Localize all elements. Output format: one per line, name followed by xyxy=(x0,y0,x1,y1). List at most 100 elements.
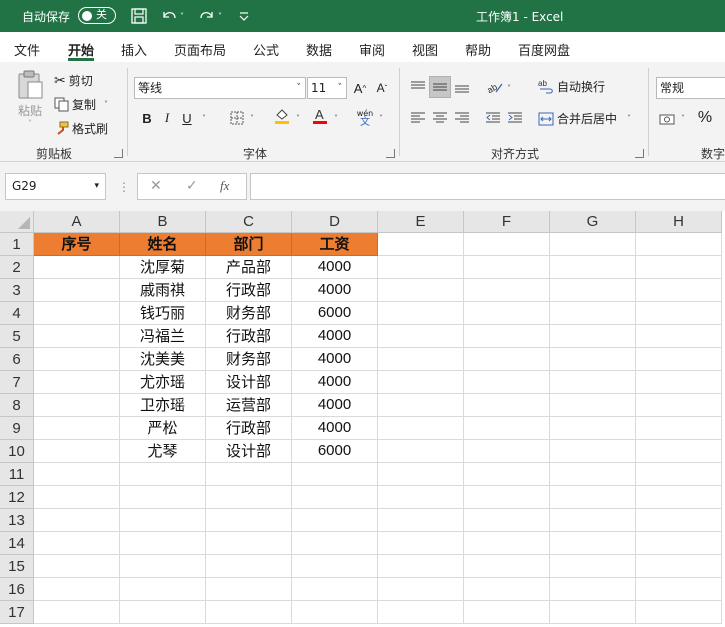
font-name-select[interactable]: 等线 ˅ xyxy=(134,77,306,99)
cell-a8[interactable] xyxy=(34,394,120,417)
cell-g17[interactable] xyxy=(550,601,636,624)
formula-input[interactable] xyxy=(250,173,725,200)
cell-e4[interactable] xyxy=(378,302,464,325)
cell-c16[interactable] xyxy=(206,578,292,601)
cell-c2[interactable]: 产品部 xyxy=(206,256,292,279)
cell-f6[interactable] xyxy=(464,348,550,371)
align-left-icon[interactable] xyxy=(407,107,429,129)
accounting-dropdown-icon[interactable]: ˅ xyxy=(681,114,685,123)
cell-f4[interactable] xyxy=(464,302,550,325)
cell-a3[interactable] xyxy=(34,279,120,302)
tab-file[interactable]: 文件 xyxy=(14,40,40,59)
column-header-c[interactable]: C xyxy=(206,211,292,233)
cell-c6[interactable]: 财务部 xyxy=(206,348,292,371)
cell-h8[interactable] xyxy=(636,394,722,417)
decrease-font-size-icon[interactable]: Aˇ xyxy=(371,77,393,99)
cell-c1[interactable]: 部门 xyxy=(206,233,292,256)
cell-f13[interactable] xyxy=(464,509,550,532)
column-header-b[interactable]: B xyxy=(120,211,206,233)
tab-view[interactable]: 视图 xyxy=(412,40,438,59)
cut-button[interactable]: ✂ 剪切 xyxy=(54,72,93,89)
cell-d12[interactable] xyxy=(292,486,378,509)
merge-center-button[interactable]: 合并后居中 ˅ xyxy=(538,110,631,127)
tab-home[interactable]: 开始 xyxy=(68,40,94,59)
autosave-toggle[interactable]: 关 xyxy=(78,7,116,24)
cell-f17[interactable] xyxy=(464,601,550,624)
cell-f2[interactable] xyxy=(464,256,550,279)
cell-c5[interactable]: 行政部 xyxy=(206,325,292,348)
align-bottom-icon[interactable] xyxy=(451,76,473,98)
cell-c17[interactable] xyxy=(206,601,292,624)
cell-g6[interactable] xyxy=(550,348,636,371)
copy-dropdown-icon[interactable]: ˅ xyxy=(104,100,108,109)
number-format-select[interactable]: 常规 xyxy=(656,77,725,99)
cell-a2[interactable] xyxy=(34,256,120,279)
cell-a6[interactable] xyxy=(34,348,120,371)
cell-d6[interactable]: 4000 xyxy=(292,348,378,371)
decrease-indent-icon[interactable] xyxy=(482,107,504,129)
cell-b1[interactable]: 姓名 xyxy=(120,233,206,256)
italic-button[interactable]: I xyxy=(156,107,178,129)
cell-b12[interactable] xyxy=(120,486,206,509)
alignment-launcher-icon[interactable] xyxy=(635,149,644,158)
row-header-9[interactable]: 9 xyxy=(0,417,34,440)
increase-indent-icon[interactable] xyxy=(504,107,526,129)
cell-a14[interactable] xyxy=(34,532,120,555)
underline-dropdown-icon[interactable]: ˅ xyxy=(202,114,206,123)
cell-e14[interactable] xyxy=(378,532,464,555)
cell-a15[interactable] xyxy=(34,555,120,578)
cell-d3[interactable]: 4000 xyxy=(292,279,378,302)
select-all-button[interactable] xyxy=(0,211,34,233)
cell-g2[interactable] xyxy=(550,256,636,279)
cell-e15[interactable] xyxy=(378,555,464,578)
cell-e13[interactable] xyxy=(378,509,464,532)
cell-c12[interactable] xyxy=(206,486,292,509)
cell-a1[interactable]: 序号 xyxy=(34,233,120,256)
row-header-11[interactable]: 11 xyxy=(0,463,34,486)
redo-dropdown-icon[interactable]: ˅ xyxy=(218,12,222,21)
copy-button[interactable]: 复制 ˅ xyxy=(54,96,108,113)
underline-button[interactable]: U xyxy=(176,107,198,129)
formula-bar-resize-icon[interactable]: ⋮ xyxy=(118,180,130,194)
cell-h9[interactable] xyxy=(636,417,722,440)
cell-d1[interactable]: 工资 xyxy=(292,233,378,256)
cell-c15[interactable] xyxy=(206,555,292,578)
customize-toolbar-icon[interactable] xyxy=(238,6,250,26)
cell-f16[interactable] xyxy=(464,578,550,601)
redo-icon[interactable]: ˅ xyxy=(198,6,222,26)
cell-d9[interactable]: 4000 xyxy=(292,417,378,440)
accounting-format-icon[interactable] xyxy=(656,108,678,130)
cell-g16[interactable] xyxy=(550,578,636,601)
name-box[interactable]: G29 ▾ xyxy=(5,173,106,200)
cell-a9[interactable] xyxy=(34,417,120,440)
cell-d16[interactable] xyxy=(292,578,378,601)
cell-h3[interactable] xyxy=(636,279,722,302)
font-size-select[interactable]: 11 ˅ xyxy=(307,77,347,99)
cell-a13[interactable] xyxy=(34,509,120,532)
row-header-3[interactable]: 3 xyxy=(0,279,34,302)
tab-page-layout[interactable]: 页面布局 xyxy=(174,40,226,59)
paste-dropdown-icon[interactable]: ˅ xyxy=(28,119,32,128)
row-header-2[interactable]: 2 xyxy=(0,256,34,279)
cell-e10[interactable] xyxy=(378,440,464,463)
orientation-icon[interactable]: ab xyxy=(484,76,506,98)
cell-h17[interactable] xyxy=(636,601,722,624)
borders-icon[interactable] xyxy=(226,107,248,129)
cell-h16[interactable] xyxy=(636,578,722,601)
cell-g4[interactable] xyxy=(550,302,636,325)
align-center-icon[interactable] xyxy=(429,107,451,129)
cell-a12[interactable] xyxy=(34,486,120,509)
cell-c11[interactable] xyxy=(206,463,292,486)
cell-h14[interactable] xyxy=(636,532,722,555)
cell-h10[interactable] xyxy=(636,440,722,463)
cell-e16[interactable] xyxy=(378,578,464,601)
orientation-dropdown-icon[interactable]: ˅ xyxy=(507,84,511,93)
cell-c3[interactable]: 行政部 xyxy=(206,279,292,302)
tab-baidu-netdisk[interactable]: 百度网盘 xyxy=(518,40,570,59)
cell-e5[interactable] xyxy=(378,325,464,348)
wrap-text-button[interactable]: ab 自动换行 xyxy=(538,78,605,95)
merge-dropdown-icon[interactable]: ˅ xyxy=(627,114,631,123)
cell-f8[interactable] xyxy=(464,394,550,417)
row-header-13[interactable]: 13 xyxy=(0,509,34,532)
cell-f7[interactable] xyxy=(464,371,550,394)
